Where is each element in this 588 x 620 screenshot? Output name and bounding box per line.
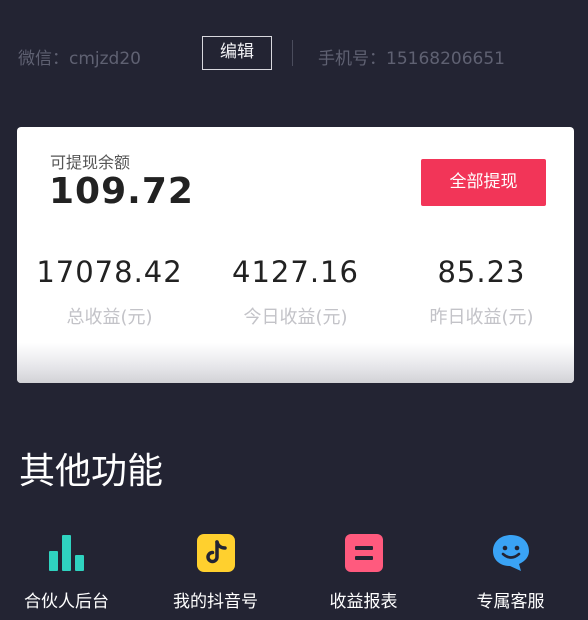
header-divider (292, 40, 293, 66)
card-shadow (17, 343, 574, 383)
function-label: 我的抖音号 (173, 592, 258, 612)
edit-button[interactable]: 编辑 (202, 36, 272, 70)
stat-total-value: 17078.42 (36, 255, 183, 289)
stat-today-label: 今日收益(元) (243, 307, 348, 328)
withdraw-all-button[interactable]: 全部提现 (421, 159, 546, 206)
function-my-douyin[interactable]: 我的抖音号 (142, 533, 289, 612)
stat-total-label: 总收益(元) (66, 307, 153, 328)
phone-number: 手机号：15168206651 (318, 49, 505, 69)
section-title: 其他功能 (19, 451, 164, 492)
earnings-card: 可提现余额 109.72 全部提现 17078.42 总收益(元) 4127.1… (17, 127, 574, 383)
function-label: 收益报表 (329, 592, 398, 612)
stat-yesterday-value: 85.23 (437, 255, 526, 289)
function-partner-backend[interactable]: 合伙人后台 (0, 533, 140, 612)
stat-total: 17078.42 总收益(元) (17, 255, 202, 329)
account-header: 微信：cmjzd20 编辑 手机号：15168206651 (0, 0, 588, 110)
balance-value: 109.72 (49, 171, 194, 212)
stat-yesterday: 85.23 昨日收益(元) (389, 255, 574, 329)
function-label: 专属客服 (476, 592, 545, 612)
report-icon (344, 533, 384, 573)
wechat-id: 微信：cmjzd20 (18, 49, 141, 69)
stat-today-value: 4127.16 (232, 255, 359, 289)
balance-label: 可提现余额 (50, 153, 131, 172)
tiktok-icon (196, 533, 236, 573)
bar-chart-icon (47, 533, 87, 573)
function-customer-service[interactable]: 专属客服 (437, 533, 584, 612)
function-earnings-report[interactable]: 收益报表 (290, 533, 437, 612)
customer-service-icon (491, 533, 531, 573)
stat-yesterday-label: 昨日收益(元) (429, 307, 534, 328)
stat-today: 4127.16 今日收益(元) (203, 255, 388, 329)
function-label: 合伙人后台 (24, 592, 109, 612)
